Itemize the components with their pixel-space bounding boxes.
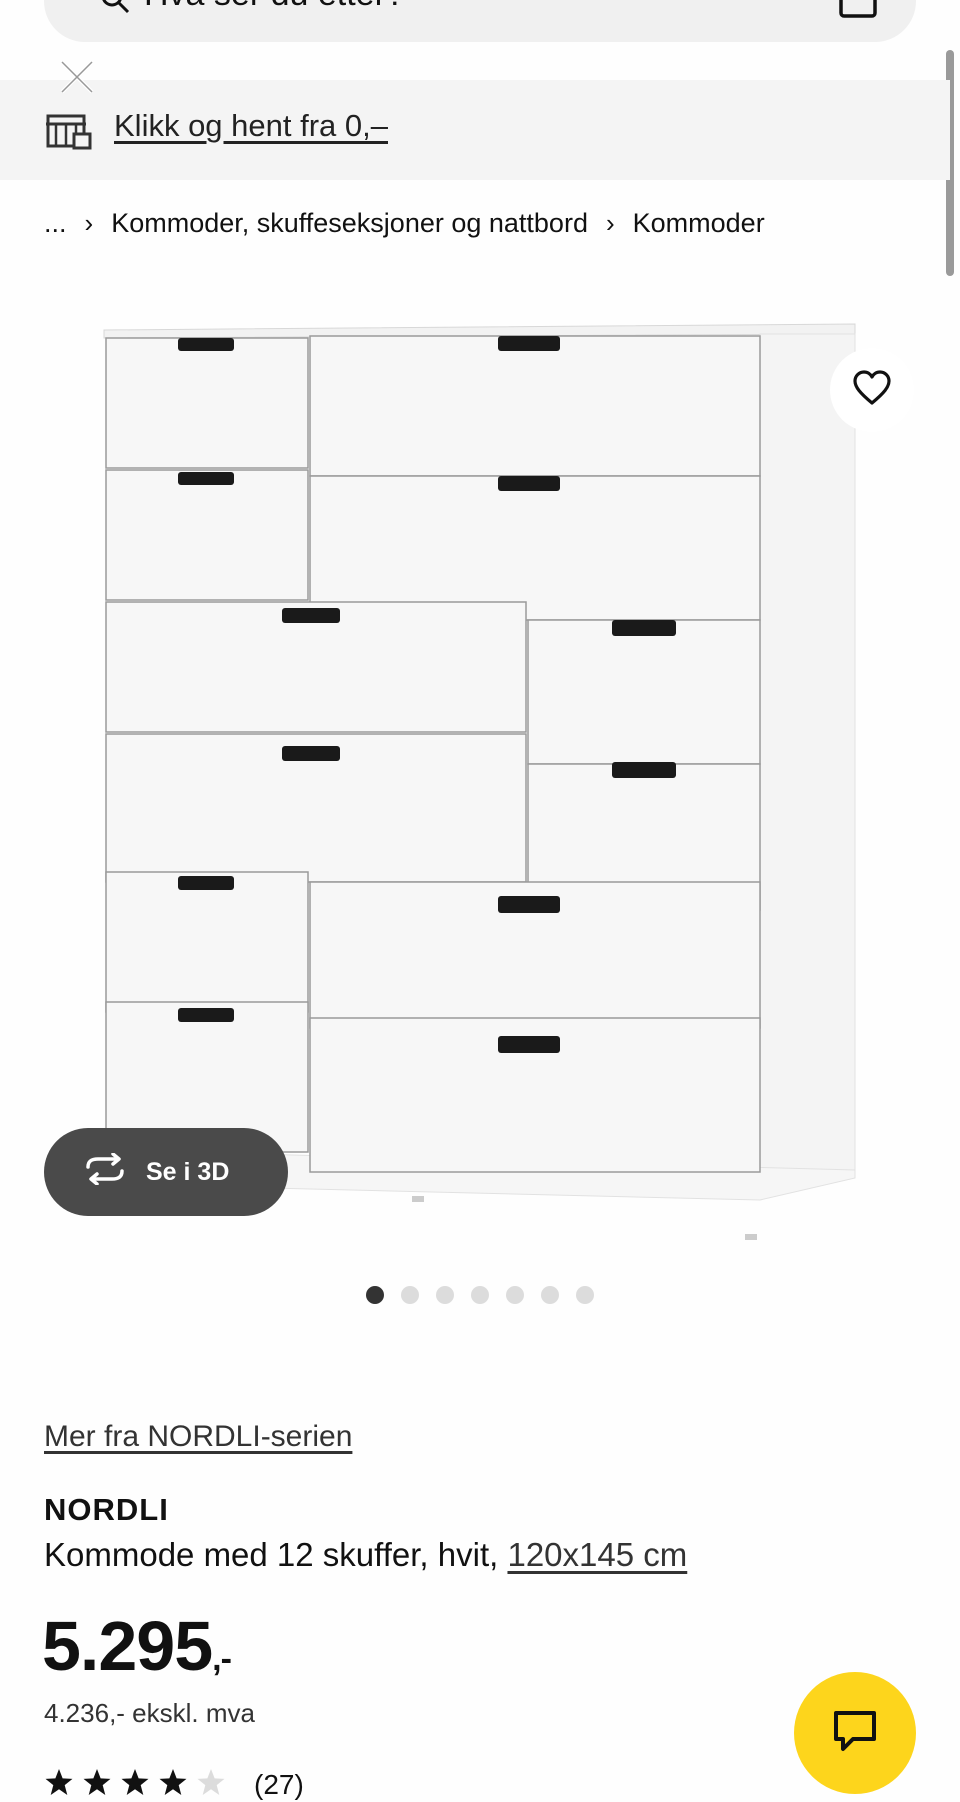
gallery-pagination xyxy=(366,1286,594,1304)
breadcrumb-ellipsis[interactable]: ... xyxy=(44,208,67,239)
search-icon xyxy=(100,0,130,19)
gallery-dot[interactable] xyxy=(436,1286,454,1304)
breadcrumb-item-dressers-category[interactable]: Kommoder, skuffeseksjoner og nattbord xyxy=(111,208,588,239)
rating[interactable]: (27) xyxy=(44,1768,304,1801)
review-count[interactable]: (27) xyxy=(254,1769,304,1801)
rating-stars xyxy=(44,1768,226,1801)
click-collect-banner: Klikk og hent fra 0,– xyxy=(0,60,950,180)
star-filled-icon xyxy=(82,1768,112,1801)
view-in-3d-button[interactable]: Se i 3D xyxy=(44,1128,288,1216)
price-value: 5.295 xyxy=(42,1607,213,1685)
favorite-button[interactable] xyxy=(830,348,914,432)
product-size-link[interactable]: 120x145 cm xyxy=(507,1536,687,1573)
view-in-3d-label: Se i 3D xyxy=(146,1157,230,1186)
star-filled-icon xyxy=(158,1768,188,1801)
price-suffix: ,- xyxy=(212,1640,232,1678)
breadcrumb: ... › Kommoder, skuffeseksjoner og nattb… xyxy=(44,208,765,239)
breadcrumb-item-dressers[interactable]: Kommoder xyxy=(633,208,765,239)
camera-search-icon[interactable] xyxy=(838,0,878,25)
chevron-right-icon: › xyxy=(84,208,94,238)
chevron-right-icon: › xyxy=(605,208,615,238)
gallery-dot[interactable] xyxy=(471,1286,489,1304)
product-description-text: Kommode med 12 skuffer, hvit, xyxy=(44,1536,499,1573)
heart-icon xyxy=(852,369,892,411)
gallery-dot[interactable] xyxy=(576,1286,594,1304)
chat-button[interactable] xyxy=(794,1672,916,1794)
search-bar[interactable]: Hva ser du etter? xyxy=(44,0,916,42)
product-price: 5.295,- xyxy=(42,1606,232,1686)
star-empty-icon xyxy=(196,1768,226,1801)
product-name: NORDLI xyxy=(44,1492,169,1527)
series-link[interactable]: Mer fra NORDLI-serien xyxy=(44,1420,352,1454)
star-filled-icon xyxy=(44,1768,74,1801)
star-filled-icon xyxy=(120,1768,150,1801)
product-description: Kommode med 12 skuffer, hvit, 120x145 cm xyxy=(44,1536,687,1574)
gallery-dot[interactable] xyxy=(541,1286,559,1304)
rotate-3d-icon xyxy=(82,1151,128,1192)
gallery-dot[interactable] xyxy=(506,1286,524,1304)
close-icon[interactable] xyxy=(56,56,98,103)
chat-icon xyxy=(831,1708,879,1759)
click-collect-link[interactable]: Klikk og hent fra 0,– xyxy=(114,108,388,144)
store-icon xyxy=(44,110,94,157)
gallery-dot[interactable] xyxy=(401,1286,419,1304)
search-input[interactable]: Hva ser du etter? xyxy=(144,0,405,14)
price-excl-vat: 4.236,- ekskl. mva xyxy=(44,1698,255,1728)
product-image[interactable] xyxy=(0,300,960,1260)
gallery-dot[interactable] xyxy=(366,1286,384,1304)
